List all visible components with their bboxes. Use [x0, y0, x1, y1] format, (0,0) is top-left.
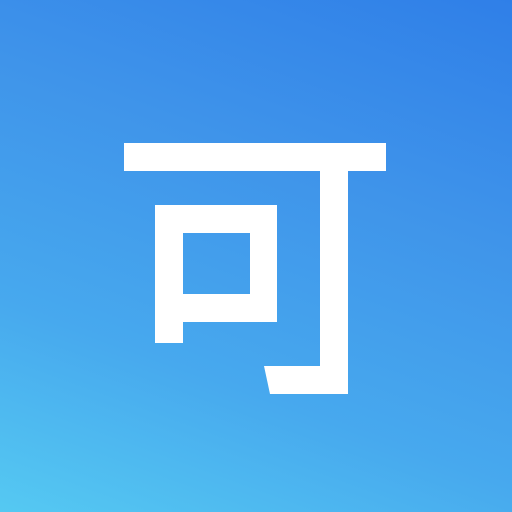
glyph-strokes [124, 143, 386, 394]
glyph-hook [264, 366, 348, 394]
glyph-box-bottom [155, 294, 277, 322]
glyph-stem [320, 171, 348, 385]
ke-character-glyph [124, 143, 386, 394]
app-icon: 可 [0, 0, 512, 512]
glyph-top-bar [124, 143, 386, 171]
